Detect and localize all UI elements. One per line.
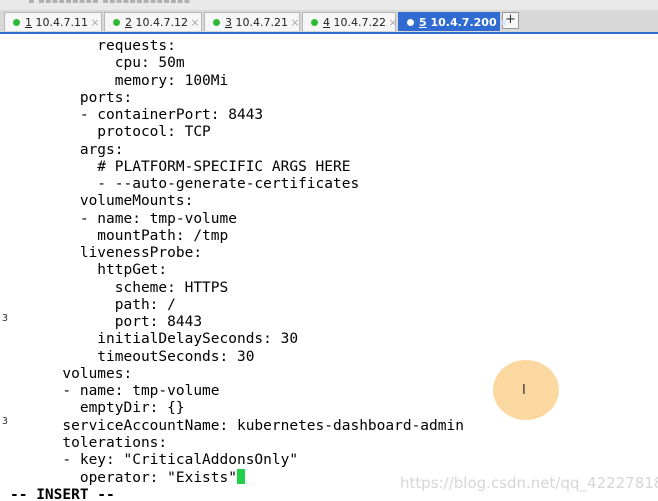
- title-strip-text: ▪ ▪▪▪▪▪▪▪▪▪ ▪▪▪▪▪▪▪▪▪▪▪▪▪: [28, 0, 191, 6]
- editor-line: protocol: TCP: [10, 124, 211, 141]
- connection-status-icon: [311, 18, 318, 26]
- editor-line: emptyDir: {}: [10, 400, 185, 417]
- connection-status-icon: [113, 18, 120, 26]
- editor-line: - name: tmp-volume: [10, 210, 237, 227]
- gutter-mark: 3: [2, 416, 9, 427]
- editor-line: cpu: 50m: [10, 55, 185, 72]
- tab-label: 1 10.4.7.11: [25, 16, 88, 29]
- editor-line: requests:: [10, 38, 176, 54]
- left-gutter: 33: [0, 34, 10, 501]
- close-icon[interactable]: ×: [188, 16, 202, 29]
- tab-host: 10.4.7.22: [330, 15, 386, 29]
- close-icon[interactable]: ×: [497, 16, 511, 29]
- editor-line: serviceAccountName: kubernetes-dashboard…: [10, 417, 464, 434]
- click-highlight: [493, 360, 559, 420]
- tab-session-1[interactable]: 1 10.4.7.11 ×: [4, 12, 102, 31]
- tab-label: 5 10.4.7.200: [419, 16, 497, 29]
- editor-line: tolerations:: [10, 434, 168, 451]
- vim-mode-indicator: -- INSERT --: [10, 486, 115, 501]
- tab-label: 3 10.4.7.21: [225, 16, 288, 29]
- editor-line: livenessProbe:: [10, 245, 203, 261]
- connection-status-icon: [13, 18, 20, 26]
- text-cursor-icon: I: [522, 383, 526, 398]
- tab-label: 2 10.4.7.12: [125, 16, 188, 29]
- editor-line: - containerPort: 8443: [10, 107, 264, 123]
- editor-line: path: /: [10, 296, 176, 313]
- editor-line: - --auto-generate-certificates: [10, 176, 360, 192]
- editor-line: ports:: [10, 89, 133, 106]
- tab-number: 5: [419, 15, 427, 29]
- gutter-mark: 3: [2, 313, 9, 324]
- editor-line: port: 8443: [10, 314, 203, 330]
- connection-status-icon: [213, 18, 220, 26]
- connection-status-icon: [407, 18, 414, 26]
- tab-number: 1: [25, 15, 32, 29]
- editor-line: operator: "Exists": [10, 469, 245, 486]
- tab-label: 4 10.4.7.22: [323, 16, 386, 29]
- editor-line: args:: [10, 141, 124, 158]
- editor-line: scheme: HTTPS: [10, 279, 229, 296]
- tab-session-2[interactable]: 2 10.4.7.12 ×: [104, 12, 202, 31]
- terminal-editor[interactable]: requests: cpu: 50m memory: 100Mi ports: …: [10, 34, 658, 501]
- tab-number: 3: [225, 15, 232, 29]
- editor-line: memory: 100Mi: [10, 72, 229, 89]
- tab-session-5[interactable]: 5 10.4.7.200 ×: [398, 12, 508, 31]
- close-icon[interactable]: ×: [88, 16, 102, 29]
- tab-number: 2: [125, 15, 132, 29]
- close-icon[interactable]: ×: [288, 16, 302, 29]
- tab-host: 10.4.7.11: [32, 15, 88, 29]
- window-title-strip: ▪ ▪▪▪▪▪▪▪▪▪ ▪▪▪▪▪▪▪▪▪▪▪▪▪: [0, 0, 658, 10]
- tab-host: 10.4.7.21: [232, 15, 288, 29]
- editor-line: # PLATFORM-SPECIFIC ARGS HERE: [10, 158, 351, 175]
- editor-line: timeoutSeconds: 30: [10, 348, 255, 365]
- tab-session-3[interactable]: 3 10.4.7.21 ×: [204, 12, 300, 31]
- tab-host: 10.4.7.200: [426, 15, 497, 29]
- editor-line: initialDelaySeconds: 30: [10, 331, 299, 348]
- editor-line: - name: tmp-volume: [10, 383, 220, 399]
- text-cursor: [236, 469, 245, 485]
- watermark: https://blog.csdn.net/qq_42227818: [400, 474, 658, 492]
- session-tab-bar: + 1 10.4.7.11 × 2 10.4.7.12 × 3 10.4.7.21 × 4 …: [0, 10, 658, 34]
- tab-host: 10.4.7.12: [132, 15, 188, 29]
- tab-session-4[interactable]: 4 10.4.7.22 ×: [302, 12, 398, 31]
- editor-line: - key: "CriticalAddonsOnly": [10, 452, 299, 468]
- tab-number: 4: [323, 15, 330, 29]
- editor-line: mountPath: /tmp: [10, 227, 229, 244]
- editor-line: volumeMounts:: [10, 193, 194, 210]
- editor-line: httpGet:: [10, 262, 168, 279]
- editor-line: volumes:: [10, 365, 133, 382]
